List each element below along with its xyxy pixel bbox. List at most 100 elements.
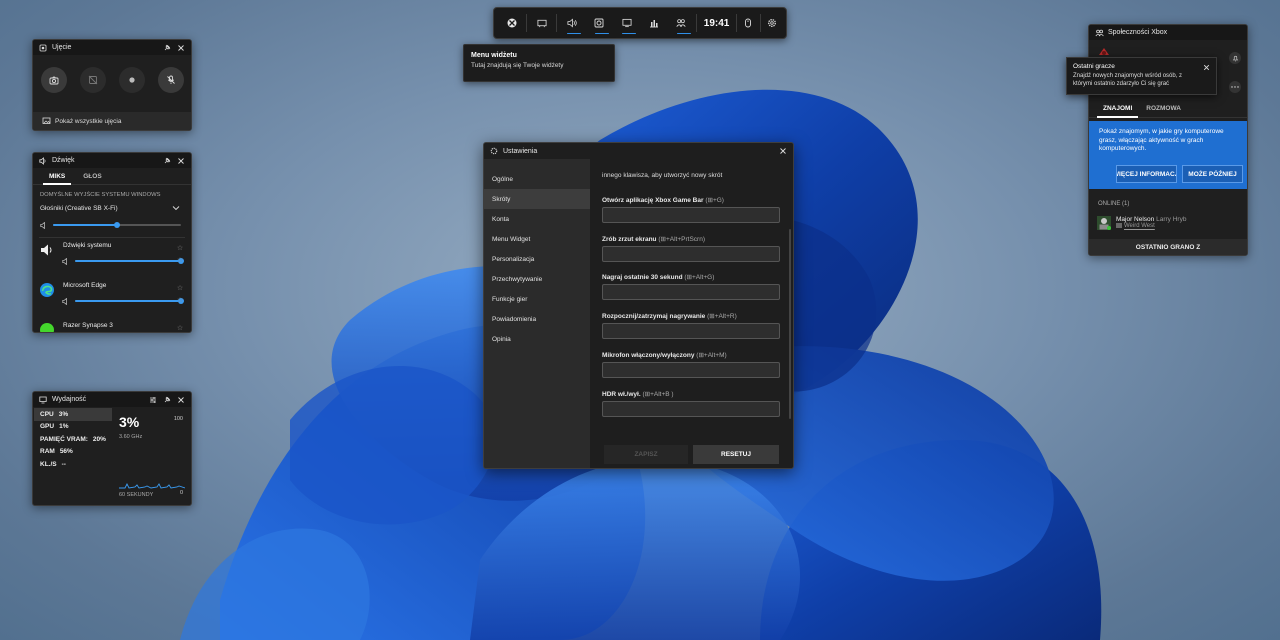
speaker-icon[interactable]: [61, 296, 71, 306]
settings-nav-item[interactable]: Przechwytywanie: [484, 269, 590, 289]
capture-icon: [594, 18, 604, 28]
options-icon[interactable]: [148, 395, 158, 405]
cpu-usage-value: 3%: [119, 414, 140, 430]
xbox-home-button[interactable]: [498, 7, 525, 39]
friend-list-item[interactable]: Major Nelson Larry Hryb Weird West: [1093, 211, 1243, 235]
bar-chart-icon: [649, 18, 659, 28]
metric-cpu[interactable]: CPU 3%: [34, 408, 112, 421]
more-info-button[interactable]: WIĘCEJ INFORMACJI: [1116, 165, 1177, 183]
settings-nav-item[interactable]: Skróty: [484, 189, 590, 209]
recently-played-with-section[interactable]: OSTATNIO GRANO Z: [1089, 239, 1247, 255]
toolbar-divider: [526, 14, 528, 32]
performance-widget-titlebar[interactable]: Wydajność: [33, 392, 191, 407]
close-icon[interactable]: [176, 395, 186, 405]
star-icon[interactable]: ☆: [175, 323, 185, 332]
xbox-social-titlebar[interactable]: Społeczności Xbox: [1089, 25, 1247, 40]
shortcut-input[interactable]: [602, 323, 780, 340]
friend-current-game[interactable]: Weird West: [1124, 224, 1155, 230]
settings-titlebar[interactable]: Ustawienia: [484, 143, 793, 159]
capture-widget-titlebar[interactable]: Ujęcie: [33, 40, 191, 55]
star-icon[interactable]: ☆: [175, 255, 185, 265]
capture-widget-button[interactable]: [586, 7, 613, 39]
tab-friends[interactable]: ZNAJOMI: [1096, 100, 1139, 118]
settings-nav-item[interactable]: Funkcje gier: [484, 289, 590, 309]
screenshot-button[interactable]: [41, 67, 67, 93]
audio-widget-button[interactable]: [558, 7, 585, 39]
shortcut-label: Rozpocznij/zatrzymaj nagrywanie (⊞+Alt+R…: [602, 312, 737, 320]
metric-gpu[interactable]: GPU 1%: [34, 421, 112, 434]
start-recording-button[interactable]: [119, 67, 145, 93]
settings-nav-item[interactable]: Powiadomienia: [484, 309, 590, 329]
pin-icon[interactable]: [162, 43, 172, 53]
chevron-down-icon: [171, 203, 181, 213]
metric-ram[interactable]: RAM 56%: [34, 446, 112, 459]
star-icon[interactable]: ☆: [175, 243, 185, 253]
metric-vram[interactable]: PAMIĘĆ VRAM: 20%: [34, 433, 112, 446]
capture-widget-title: Ujęcie: [52, 44, 72, 51]
show-all-captures-label: Pokaż wszystkie ujęcia: [55, 117, 122, 125]
save-button[interactable]: ZAPISZ: [604, 445, 688, 464]
star-icon[interactable]: ☆: [175, 295, 185, 305]
gallery-icon: [41, 116, 51, 126]
close-icon[interactable]: [176, 156, 186, 166]
record-last-30s-button[interactable]: [80, 67, 106, 93]
shortcut-label: Mikrofon włączony/wyłączony (⊞+Alt+M): [602, 351, 727, 359]
settings-window: Ustawienia Ogólne Skróty Konta Menu Widget P…: [483, 142, 794, 469]
output-device-select[interactable]: Głośniki (Creative SB X-Fi): [33, 198, 191, 213]
performance-widget-button[interactable]: [613, 7, 640, 39]
shortcut-input[interactable]: [602, 400, 780, 417]
edge-icon: [39, 282, 55, 298]
settings-title: Ustawienia: [503, 147, 538, 155]
star-icon[interactable]: ☆: [175, 283, 185, 293]
show-all-captures-link[interactable]: Pokaż wszystkie ujęcia: [33, 112, 191, 130]
close-icon[interactable]: [778, 146, 788, 156]
record-last-disabled-icon: [88, 75, 98, 85]
maybe-later-button[interactable]: MOŻE PÓŹNIEJ: [1182, 165, 1243, 183]
notification-bell-icon[interactable]: [1229, 52, 1241, 64]
microphone-toggle-button[interactable]: [158, 67, 184, 93]
promo-text: Pokaż znajomym, w jakie gry komputerowe …: [1099, 128, 1224, 152]
tab-mix[interactable]: MIKS: [42, 168, 72, 185]
speaker-icon: [38, 156, 48, 166]
monitor-icon: [622, 18, 632, 28]
close-icon[interactable]: [176, 43, 186, 53]
shortcut-input[interactable]: [602, 245, 780, 262]
settings-nav-item[interactable]: Konta: [484, 209, 590, 229]
settings-button[interactable]: [762, 7, 782, 39]
xbox-social-widget-button[interactable]: [668, 7, 695, 39]
audio-widget-titlebar[interactable]: Dźwięk: [33, 153, 191, 168]
close-icon[interactable]: [1201, 62, 1211, 72]
shortcut-label-text: Rozpocznij/zatrzymaj nagrywanie: [602, 313, 706, 321]
more-options-icon[interactable]: [1229, 81, 1241, 93]
speaker-icon: [567, 18, 577, 28]
settings-nav-item[interactable]: Ogólne: [484, 169, 590, 189]
mouse-settings-button[interactable]: [738, 7, 758, 39]
metric-fps[interactable]: KL./S --: [34, 458, 112, 471]
app-volume-slider[interactable]: [75, 298, 184, 304]
cpu-frequency: 3.60 GHz: [119, 434, 143, 440]
reset-button[interactable]: RESETUJ: [693, 445, 779, 464]
settings-nav: Ogólne Skróty Konta Menu Widget Personalizac…: [484, 159, 590, 468]
settings-nav-item[interactable]: Personalizacja: [484, 249, 590, 269]
pin-icon[interactable]: [162, 395, 172, 405]
resources-widget-button[interactable]: [640, 7, 667, 39]
shortcut-hint: (⊞+Alt+PrtScrn): [658, 235, 705, 243]
online-count: ONLINE (1): [1098, 201, 1130, 207]
pin-icon[interactable]: [162, 156, 172, 166]
settings-nav-item[interactable]: Opinia: [484, 329, 590, 349]
widget-menu-button[interactable]: [528, 7, 555, 39]
master-volume-slider[interactable]: [53, 222, 181, 228]
tab-voice[interactable]: GŁOS: [83, 168, 101, 185]
shortcut-input[interactable]: [602, 207, 780, 223]
tab-chat[interactable]: ROZMOWA: [1146, 100, 1181, 118]
shortcut-input[interactable]: [602, 361, 780, 378]
cpu-usage-graph: [119, 482, 185, 489]
settings-nav-item[interactable]: Menu Widget: [484, 229, 590, 249]
app-volume-slider[interactable]: [75, 258, 184, 264]
performance-widget: Wydajność CPU 3% GPU 1% PAMIĘĆ VRAM: 20% RA…: [32, 391, 192, 506]
toast-title: Ostatni gracze: [1073, 63, 1115, 70]
shortcut-input[interactable]: [602, 284, 780, 301]
speaker-icon[interactable]: [61, 256, 71, 266]
app-volume-list: Dźwięki systemu ☆ ☆ Microsoft Edge ☆ ☆ Razer S…: [33, 238, 191, 332]
settings-scrollbar[interactable]: [789, 229, 791, 419]
